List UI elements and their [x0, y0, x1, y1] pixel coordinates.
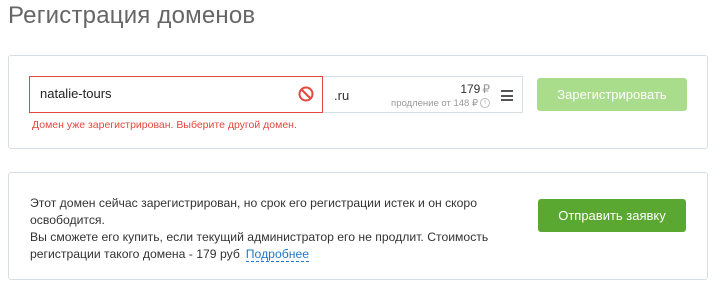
domain-input[interactable] — [40, 86, 300, 101]
zone-selector[interactable]: .ru 179 ₽ продление от 148 ₽ i — [323, 76, 523, 113]
renewal-text: продление от 148 ₽ — [391, 98, 478, 109]
page-title: Регистрация доменов — [8, 2, 256, 29]
notice-line-1: Этот домен сейчас зарегистрирован, но ср… — [30, 196, 477, 227]
zone-label: .ru — [334, 88, 350, 103]
error-icon — [298, 86, 314, 102]
renewal-price: продление от 148 ₽ i — [391, 98, 490, 109]
domain-search-card: Домен уже зарегистрирован. Выберите друг… — [8, 55, 708, 149]
register-button[interactable]: Зарегистрировать — [537, 78, 687, 111]
notice-line-2: Вы сможете его купить, если текущий адми… — [30, 229, 530, 263]
domain-error-message: Домен уже зарегистрирован. Выберите друг… — [32, 119, 297, 131]
notice-card: Этот домен сейчас зарегистрирован, но ср… — [8, 172, 708, 280]
domain-input-wrapper[interactable] — [29, 76, 323, 113]
send-request-button[interactable]: Отправить заявку — [538, 199, 686, 232]
notice-text: Этот домен сейчас зарегистрирован, но ср… — [30, 195, 530, 263]
menu-icon[interactable] — [501, 90, 513, 101]
info-icon[interactable]: i — [480, 98, 490, 109]
price: 179 ₽ — [460, 82, 490, 96]
currency-symbol: ₽ — [482, 82, 490, 96]
price-value: 179 — [460, 82, 481, 96]
more-link[interactable]: Подробнее — [245, 247, 310, 262]
